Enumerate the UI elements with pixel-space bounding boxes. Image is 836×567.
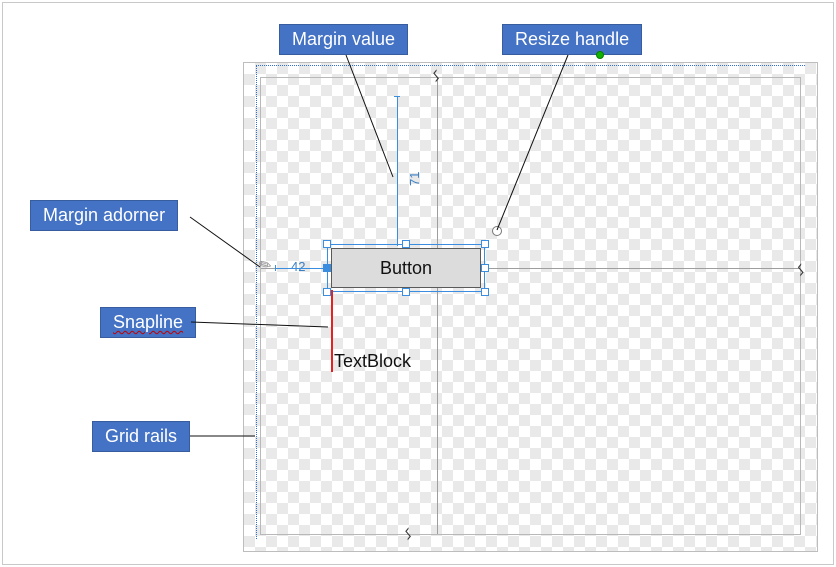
margin-value-top: 71 bbox=[407, 172, 422, 186]
move-handle-w[interactable] bbox=[324, 265, 330, 271]
callout-resize-handle: Resize handle bbox=[502, 24, 642, 55]
grid-rail-top[interactable] bbox=[256, 65, 805, 66]
layout-root-frame: ᛊ ᛊ ᛊ ✎ 42 71 Button bbox=[260, 77, 801, 535]
resize-handle-sw[interactable] bbox=[323, 288, 331, 296]
margin-value-left: 42 bbox=[291, 259, 305, 274]
snapline-vertical bbox=[331, 290, 333, 372]
resize-handle-s[interactable] bbox=[402, 288, 410, 296]
resize-handle-e[interactable] bbox=[481, 264, 489, 272]
button-label: Button bbox=[380, 258, 432, 279]
grid-column-divider[interactable] bbox=[437, 78, 438, 534]
resize-handle-indicator[interactable] bbox=[492, 226, 502, 236]
grid-rail-left[interactable] bbox=[256, 65, 257, 539]
resize-handle-se[interactable] bbox=[481, 288, 489, 296]
callout-grid-rails: Grid rails bbox=[92, 421, 190, 452]
column-size-grip-bottom[interactable]: ᛊ bbox=[404, 526, 412, 542]
designer-surface[interactable]: ᛊ ᛊ ᛊ ✎ 42 71 Button bbox=[243, 62, 818, 552]
resize-handle-n[interactable] bbox=[402, 240, 410, 248]
green-indicator-dot bbox=[596, 51, 604, 59]
margin-cap-top bbox=[394, 96, 400, 97]
callout-margin-adorner: Margin adorner bbox=[30, 200, 178, 231]
textblock-control[interactable]: TextBlock bbox=[334, 351, 411, 372]
margin-adorner-icon[interactable]: ✎ bbox=[255, 254, 275, 276]
button-control[interactable]: Button bbox=[331, 248, 481, 288]
callout-snapline: Snapline bbox=[100, 307, 196, 338]
callout-margin-value: Margin value bbox=[279, 24, 408, 55]
column-size-grip-top[interactable]: ᛊ bbox=[432, 68, 440, 84]
margin-cap-left bbox=[275, 265, 276, 271]
row-size-grip-right[interactable]: ᛊ bbox=[797, 262, 805, 278]
resize-handle-nw[interactable] bbox=[323, 240, 331, 248]
margin-line-left bbox=[275, 268, 330, 269]
margin-line-top bbox=[397, 96, 398, 246]
resize-handle-ne[interactable] bbox=[481, 240, 489, 248]
